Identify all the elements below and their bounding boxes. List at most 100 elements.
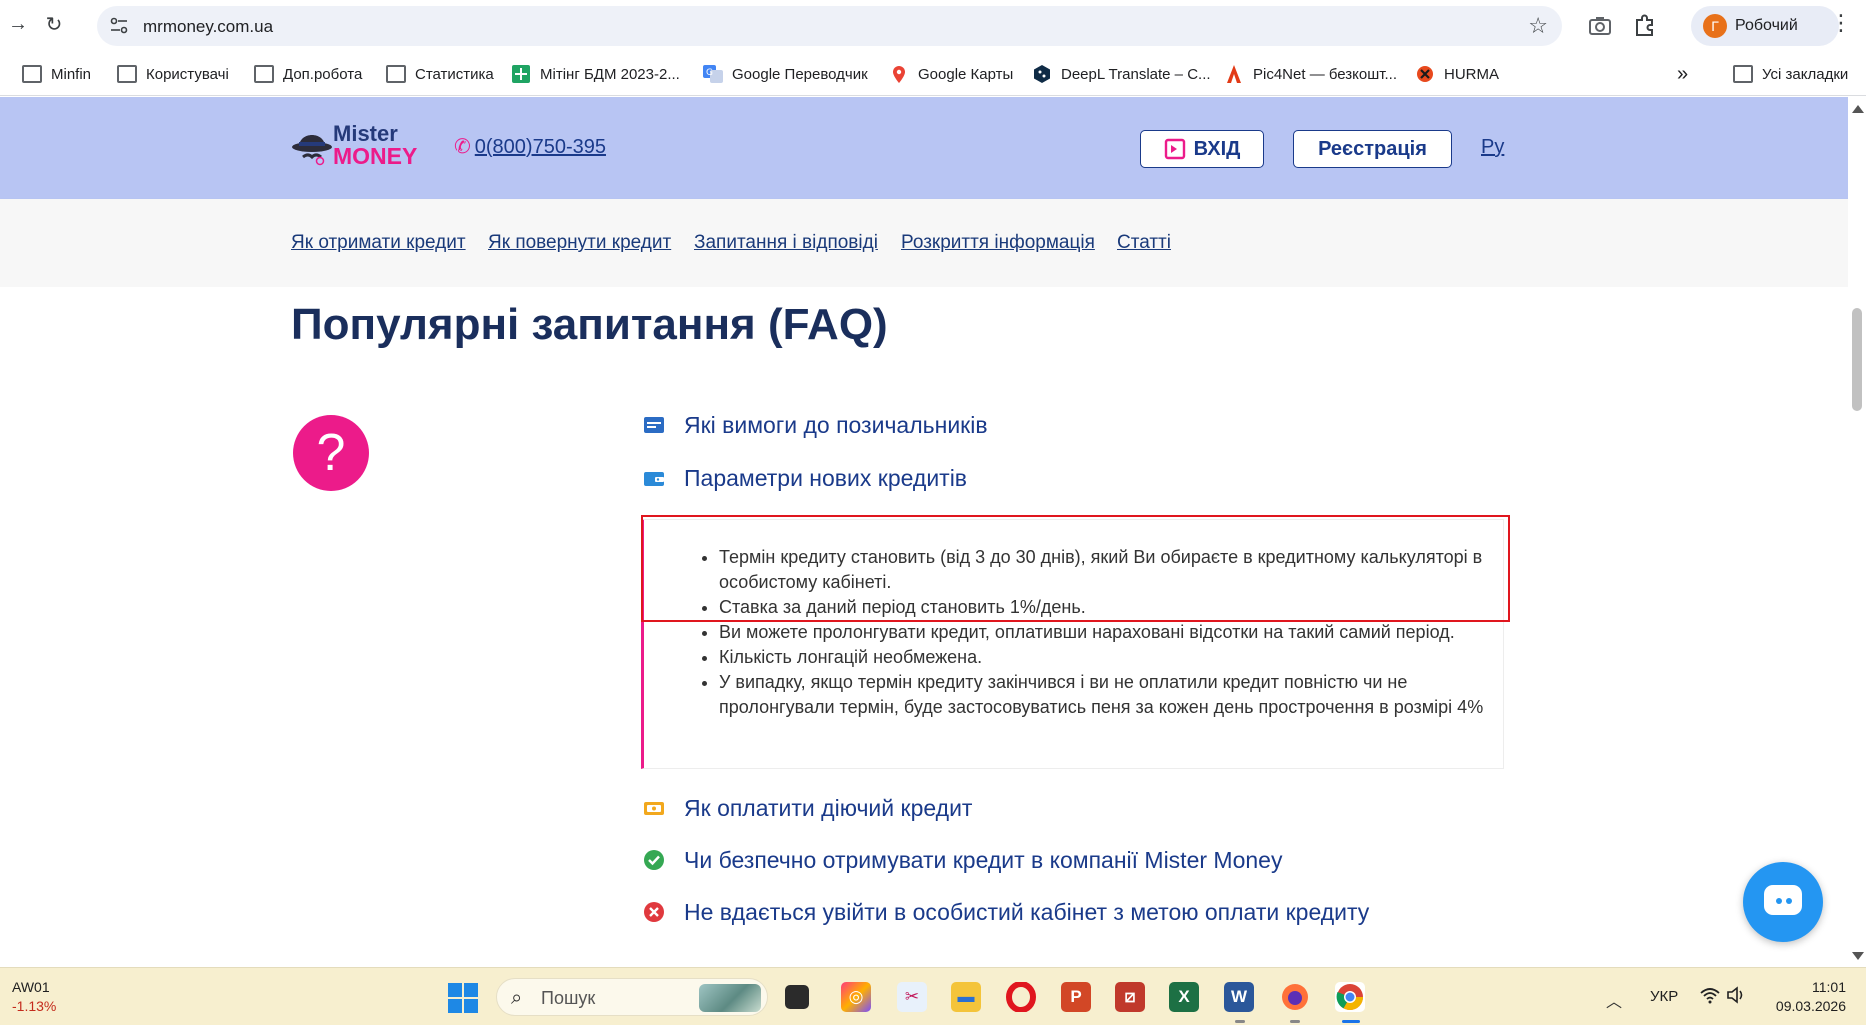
bookmarks-overflow-icon[interactable]: » — [1677, 62, 1688, 86]
search-placeholder: Пошук — [541, 988, 596, 1008]
active-indicator — [1342, 1020, 1360, 1023]
volume-icon[interactable] — [1725, 984, 1747, 1006]
clock-time: 11:01 — [1812, 979, 1846, 995]
extensions-icon[interactable] — [1632, 12, 1658, 38]
bookmark-hurma[interactable]: HURMA — [1415, 62, 1499, 86]
task-view-icon[interactable] — [785, 985, 809, 1009]
bookmark-label: Pic4Net — безкошт... — [1253, 65, 1397, 83]
reload-icon[interactable]: ↻ — [40, 10, 68, 38]
forward-icon[interactable]: → — [4, 10, 32, 38]
nav-how-to-get-credit[interactable]: Як отримати кредит — [291, 232, 466, 254]
chat-dot — [1786, 898, 1792, 904]
register-button[interactable]: Реєстрація — [1293, 130, 1452, 168]
hat-icon — [292, 135, 332, 166]
bookmark-label: Доп.робота — [283, 65, 363, 83]
wifi-icon[interactable] — [1699, 984, 1721, 1006]
svg-text:G: G — [706, 68, 713, 78]
windows-start-icon[interactable] — [448, 983, 478, 1013]
bookmark-meeting[interactable]: Мітінг БДМ 2023-2... — [511, 62, 680, 86]
faq-item-pay-credit[interactable]: Як оплатити діючий кредит — [643, 793, 972, 823]
bookmark-google-translate[interactable]: G Google Переводчик — [703, 62, 868, 86]
faq-item-safety[interactable]: Чи безпечно отримувати кредит в компанії… — [643, 845, 1282, 875]
chat-button[interactable] — [1743, 862, 1823, 942]
faq-item-label: Не вдається увійти в особистий кабінет з… — [684, 898, 1370, 925]
tray-overflow-icon[interactable]: ︿ — [1606, 988, 1622, 1012]
nav-how-to-repay-credit[interactable]: Як повернути кредит — [488, 232, 671, 254]
bookmark-users[interactable]: Користувачі — [117, 62, 229, 86]
firefox-icon[interactable] — [1280, 982, 1310, 1012]
faq-item-label: Які вимоги до позичальників — [684, 411, 988, 438]
scroll-thumb[interactable] — [1852, 308, 1862, 411]
powerpoint-icon[interactable]: P — [1061, 982, 1091, 1012]
file-explorer-icon[interactable]: ▬ — [951, 982, 981, 1012]
bookmark-label: HURMA — [1444, 65, 1499, 83]
word-icon[interactable]: W — [1224, 982, 1254, 1012]
scroll-up-icon[interactable] — [1852, 105, 1864, 113]
image-viewer-icon[interactable]: ⧄ — [1115, 982, 1145, 1012]
bookmark-statistics[interactable]: Статистика — [386, 62, 494, 86]
list-item: Ви можете пролонгувати кредит, оплативши… — [719, 620, 1487, 645]
question-icon: ? — [293, 415, 369, 491]
highlight-frame — [641, 515, 1510, 622]
keyboard-language[interactable]: УКР — [1650, 988, 1678, 1005]
folder-icon — [254, 65, 274, 83]
stock-name: AW01 — [12, 979, 50, 995]
bookmark-deepl[interactable]: DeepL Translate – C... — [1032, 62, 1211, 86]
search-highlight-image — [699, 984, 761, 1012]
chrome-icon[interactable] — [1335, 982, 1365, 1012]
faq-item-label: Як оплатити діючий кредит — [684, 794, 973, 821]
system-clock[interactable]: 11:01 09.03.2026 — [1770, 978, 1846, 1016]
chat-dot — [1776, 898, 1782, 904]
bookmark-google-maps[interactable]: Google Карты — [889, 62, 1013, 86]
stock-widget[interactable]: AW01 -1.13% — [12, 978, 56, 1016]
camera-icon[interactable] — [1587, 12, 1613, 38]
bookmark-star-icon[interactable]: ☆ — [1528, 13, 1548, 39]
site-logo[interactable]: Mister MONEY — [291, 121, 421, 171]
phone-icon: ✆ — [454, 136, 471, 158]
error-circle-icon — [644, 902, 664, 922]
page-scrollbar[interactable] — [1848, 97, 1866, 967]
opera-icon[interactable] — [1006, 981, 1036, 1013]
cash-icon — [644, 802, 664, 815]
faq-item-new-credit-params[interactable]: Параметри нових кредитів — [643, 463, 967, 493]
bookmark-extra-work[interactable]: Доп.робота — [254, 62, 362, 86]
snipping-tool-icon[interactable]: ✂ — [897, 982, 927, 1012]
phone-link[interactable]: ✆ 0(800)750-395 — [454, 134, 606, 159]
check-circle-icon — [644, 850, 664, 870]
deepl-icon — [1034, 65, 1050, 83]
faq-item-label: Чи безпечно отримувати кредит в компанії… — [684, 846, 1283, 873]
site-settings-icon[interactable] — [109, 17, 129, 35]
nav-articles[interactable]: Статті — [1117, 232, 1171, 254]
site-header — [0, 97, 1848, 199]
browser-menu-icon[interactable]: ⋮ — [1830, 12, 1852, 34]
all-bookmarks[interactable]: Усі закладки — [1733, 62, 1848, 86]
faq-item-requirements[interactable]: Які вимоги до позичальників — [643, 410, 988, 440]
bookmark-minfin[interactable]: Minfin — [22, 62, 91, 86]
browser-toolbar: → ↻ mrmoney.com.ua ☆ Г Робочий ⋮ — [0, 0, 1866, 52]
list-item: У випадку, якщо термін кредиту закінчивс… — [719, 670, 1487, 720]
search-icon: ⌕ — [511, 987, 523, 1009]
login-button[interactable]: ВХІД — [1140, 130, 1264, 168]
nav-faq[interactable]: Запитання і відповіді — [694, 232, 878, 254]
page-title: Популярні запитання (FAQ) — [291, 300, 888, 349]
profile-button[interactable]: Г Робочий — [1691, 6, 1839, 46]
login-icon — [1164, 138, 1185, 160]
taskbar-search[interactable]: ⌕ Пошук — [496, 978, 768, 1016]
wallet-icon — [644, 472, 664, 486]
faq-item-label: Параметри нових кредитів — [684, 464, 968, 491]
translate-icon: G — [703, 65, 723, 83]
creative-cloud-icon[interactable]: ◎ — [841, 982, 871, 1012]
language-switch[interactable]: Ру — [1481, 136, 1504, 159]
faq-item-login-problem[interactable]: Не вдається увійти в особистий кабінет з… — [643, 897, 1369, 927]
excel-icon[interactable]: X — [1169, 982, 1199, 1012]
folder-icon — [22, 65, 42, 83]
bookmark-pic4net[interactable]: Pic4Net — безкошт... — [1224, 62, 1397, 86]
address-bar[interactable]: mrmoney.com.ua ☆ — [97, 6, 1562, 46]
url-text[interactable]: mrmoney.com.ua — [143, 17, 273, 37]
avatar: Г — [1703, 14, 1727, 38]
nav-disclosure[interactable]: Розкриття інформація — [901, 232, 1095, 254]
bookmark-label: Minfin — [51, 65, 92, 83]
scroll-down-icon[interactable] — [1852, 952, 1864, 960]
bookmark-label: Google Карты — [918, 65, 1014, 83]
login-label: ВХІД — [1193, 137, 1241, 160]
